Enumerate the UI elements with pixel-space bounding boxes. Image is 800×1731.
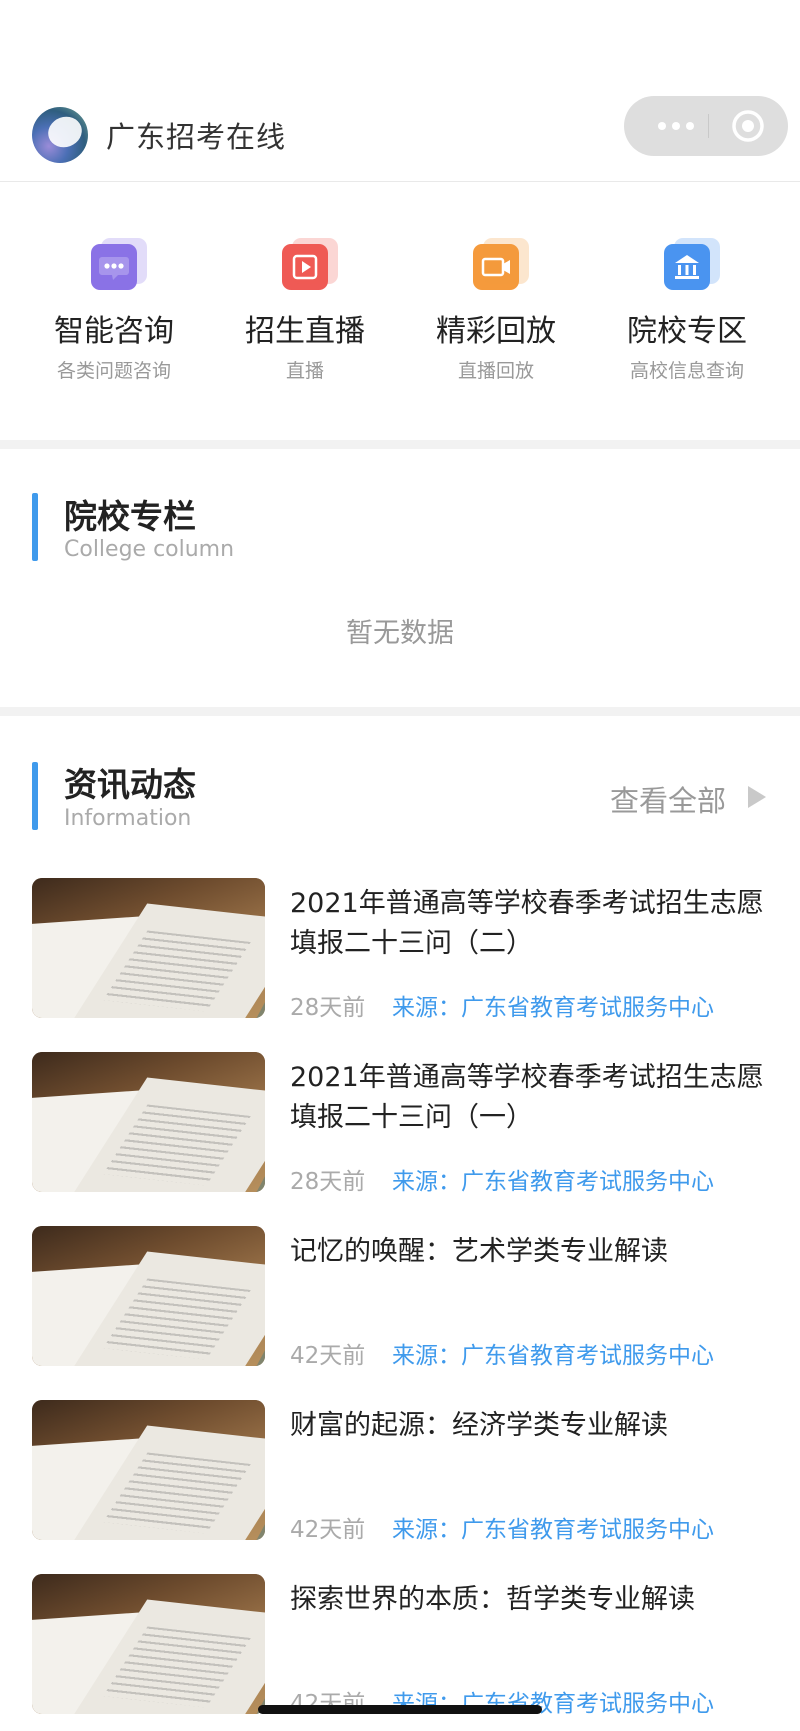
- mini-program-capsule: [624, 96, 788, 156]
- menu-label: 招生直播: [245, 314, 365, 349]
- section-accent-bar: [32, 762, 38, 830]
- news-time: 28天前: [290, 995, 366, 1021]
- news-list-item[interactable]: 2021年普通高等学校春季考试招生志愿填报二十三问（二） 28天前 来源：广东省…: [0, 878, 800, 1028]
- news-section-subtitle: Information: [64, 806, 192, 831]
- news-title: 探索世界的本质：哲学类专业解读: [290, 1584, 695, 1615]
- menu-item-college-zone[interactable]: 院校专区 高校信息查询: [592, 238, 782, 383]
- empty-state-text: 暂无数据: [346, 618, 454, 649]
- home-indicator[interactable]: [258, 1705, 542, 1714]
- news-title: 2021年普通高等学校春季考试招生志愿填报二十三问（一）: [290, 1062, 764, 1133]
- play-icon: [282, 238, 338, 290]
- app-title: 广东招考在线: [106, 120, 287, 154]
- news-list-item[interactable]: 探索世界的本质：哲学类专业解读 42天前 来源：广东省教育考试服务中心: [0, 1574, 800, 1724]
- menu-item-replay[interactable]: 精彩回放 直播回放: [401, 238, 591, 383]
- quick-menu: 智能咨询 各类问题咨询 招生直播 直播 精彩回放 直播回放 院校专区 高校信息查…: [0, 182, 800, 440]
- menu-sub: 直播: [285, 360, 324, 382]
- app-logo: [32, 107, 88, 163]
- news-thumbnail: [32, 1052, 265, 1192]
- news-source: 来源：广东省教育考试服务中心: [392, 1169, 714, 1195]
- section-accent-bar: [32, 493, 38, 561]
- news-time: 42天前: [290, 1343, 366, 1369]
- menu-label: 院校专区: [627, 314, 747, 349]
- section-divider: [0, 440, 800, 449]
- news-thumbnail: [32, 1400, 265, 1540]
- menu-label: 精彩回放: [436, 314, 556, 349]
- menu-sub: 各类问题咨询: [56, 360, 171, 382]
- news-section-title: 资讯动态: [64, 765, 196, 804]
- news-title: 财富的起源：经济学类专业解读: [290, 1410, 668, 1441]
- section-divider: [0, 707, 800, 716]
- more-dots-icon[interactable]: [646, 96, 706, 156]
- news-time: 28天前: [290, 1169, 366, 1195]
- menu-label: 智能咨询: [54, 314, 174, 349]
- news-source: 来源：广东省教育考试服务中心: [392, 995, 714, 1021]
- menu-sub: 高校信息查询: [629, 360, 744, 382]
- news-list-item[interactable]: 2021年普通高等学校春季考试招生志愿填报二十三问（一） 28天前 来源：广东省…: [0, 1052, 800, 1202]
- college-section-title: 院校专栏: [64, 497, 196, 536]
- menu-sub: 直播回放: [457, 360, 534, 382]
- news-thumbnail: [32, 1574, 265, 1714]
- news-thumbnail: [32, 878, 265, 1018]
- news-title: 记忆的唤醒：艺术学类专业解读: [290, 1236, 668, 1267]
- nav-header: 广东招考在线: [0, 0, 800, 182]
- menu-item-admission-live[interactable]: 招生直播 直播: [210, 238, 400, 383]
- news-source: 来源：广东省教育考试服务中心: [392, 1517, 714, 1543]
- capsule-divider: [708, 114, 709, 138]
- video-camera-icon: [473, 238, 529, 290]
- view-all-link[interactable]: 查看全部: [610, 778, 726, 820]
- news-title: 2021年普通高等学校春季考试招生志愿填报二十三问（二）: [290, 888, 764, 959]
- close-target-icon[interactable]: [730, 108, 766, 144]
- institution-icon: [664, 238, 720, 290]
- menu-item-smart-consult[interactable]: 智能咨询 各类问题咨询: [19, 238, 209, 383]
- news-list-item[interactable]: 记忆的唤醒：艺术学类专业解读 42天前 来源：广东省教育考试服务中心: [0, 1226, 800, 1376]
- chat-bubble-icon: [91, 238, 147, 290]
- triangle-right-icon[interactable]: [748, 786, 766, 808]
- news-source: 来源：广东省教育考试服务中心: [392, 1343, 714, 1369]
- news-thumbnail: [32, 1226, 265, 1366]
- news-time: 42天前: [290, 1517, 366, 1543]
- college-section-subtitle: College column: [64, 537, 235, 562]
- news-list-item[interactable]: 财富的起源：经济学类专业解读 42天前 来源：广东省教育考试服务中心: [0, 1400, 800, 1550]
